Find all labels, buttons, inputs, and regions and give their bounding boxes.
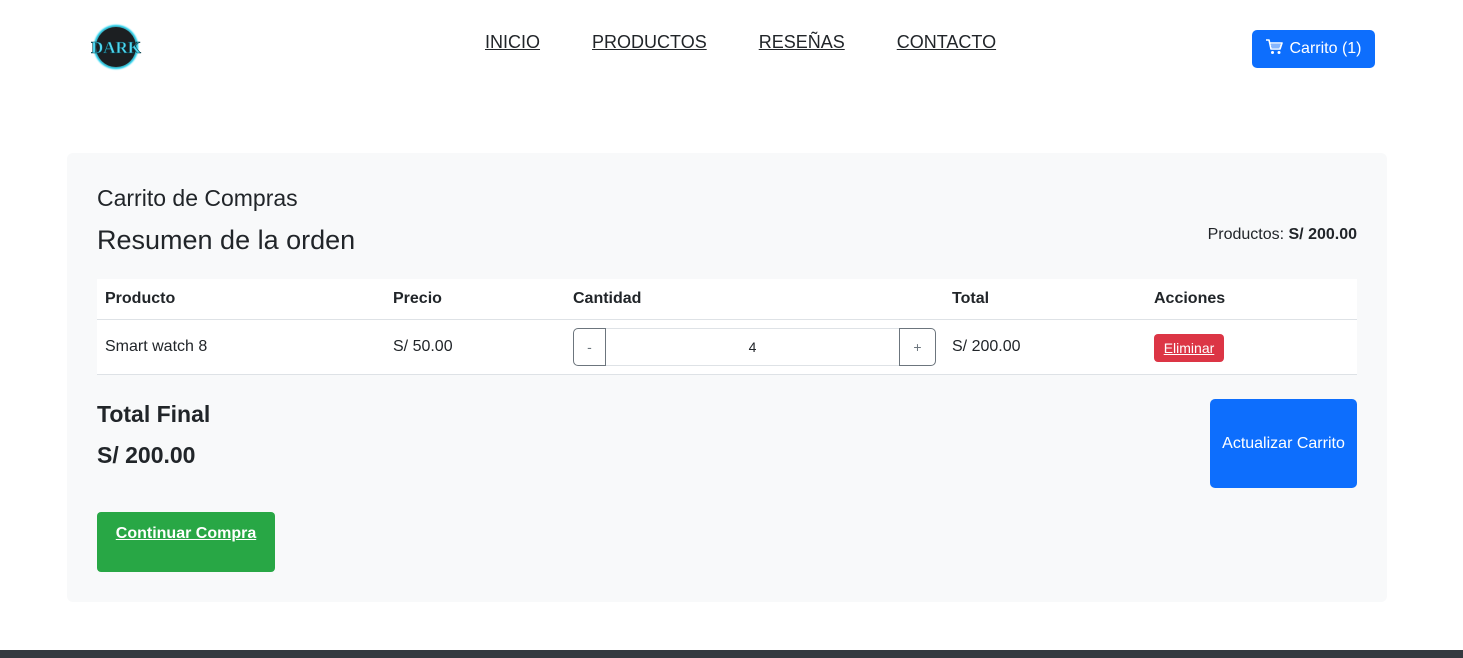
main-nav: INICIO PRODUCTOS RESEÑAS CONTACTO (485, 31, 996, 53)
logo[interactable]: DARK (86, 22, 148, 72)
update-cart-button[interactable]: Actualizar Carrito (1210, 399, 1357, 488)
column-header-cantidad: Cantidad (573, 290, 642, 307)
cart-title: Carrito de Compras (97, 185, 298, 211)
quantity-input[interactable] (606, 328, 899, 366)
cart-panel: Carrito de Compras Resumen de la orden P… (67, 153, 1387, 602)
cart-button[interactable]: Carrito (1) (1252, 30, 1375, 68)
quantity-stepper: - + (573, 328, 936, 366)
column-header-acciones: Acciones (1154, 290, 1226, 307)
footer (0, 650, 1463, 658)
order-summary-title: Resumen de la orden (97, 225, 356, 255)
row-total: S/ 200.00 (952, 338, 1021, 355)
svg-text:DARK: DARK (91, 38, 142, 57)
nav-link-contacto[interactable]: CONTACTO (897, 31, 996, 53)
nav-link-productos[interactable]: PRODUCTOS (592, 31, 707, 53)
nav-link-resenas[interactable]: RESEÑAS (759, 31, 845, 53)
products-summary: Productos: S/ 200.00 (1208, 226, 1357, 244)
product-price: S/ 50.00 (393, 338, 453, 355)
column-header-precio: Precio (393, 290, 442, 307)
column-header-total: Total (952, 290, 990, 307)
cart-table: Producto Precio Cantidad Total Acciones … (97, 279, 1357, 375)
products-summary-label: Productos: (1207, 226, 1285, 243)
logo-image: DARK (91, 23, 142, 71)
table-header: Producto Precio Cantidad Total Acciones (97, 279, 1357, 320)
increase-quantity-button[interactable]: + (899, 328, 936, 366)
cart-icon (1265, 38, 1284, 61)
final-total-value: S/ 200.00 (97, 442, 196, 468)
site-header: DARK INICIO PRODUCTOS RESEÑAS CONTACTO C… (0, 0, 1463, 100)
final-total-label: Total Final (97, 401, 211, 427)
table-row: Smart watch 8 S/ 50.00 - + S/ 200.00 Eli… (97, 320, 1357, 375)
nav-link-inicio[interactable]: INICIO (485, 31, 540, 53)
cart-button-label: Carrito (1) (1289, 40, 1362, 57)
decrease-quantity-button[interactable]: - (573, 328, 606, 366)
column-header-producto: Producto (105, 290, 176, 307)
products-summary-value: S/ 200.00 (1288, 226, 1358, 243)
product-name: Smart watch 8 (105, 338, 208, 355)
delete-item-button[interactable]: Eliminar (1154, 334, 1224, 362)
continue-purchase-button[interactable]: Continuar Compra (97, 512, 275, 572)
